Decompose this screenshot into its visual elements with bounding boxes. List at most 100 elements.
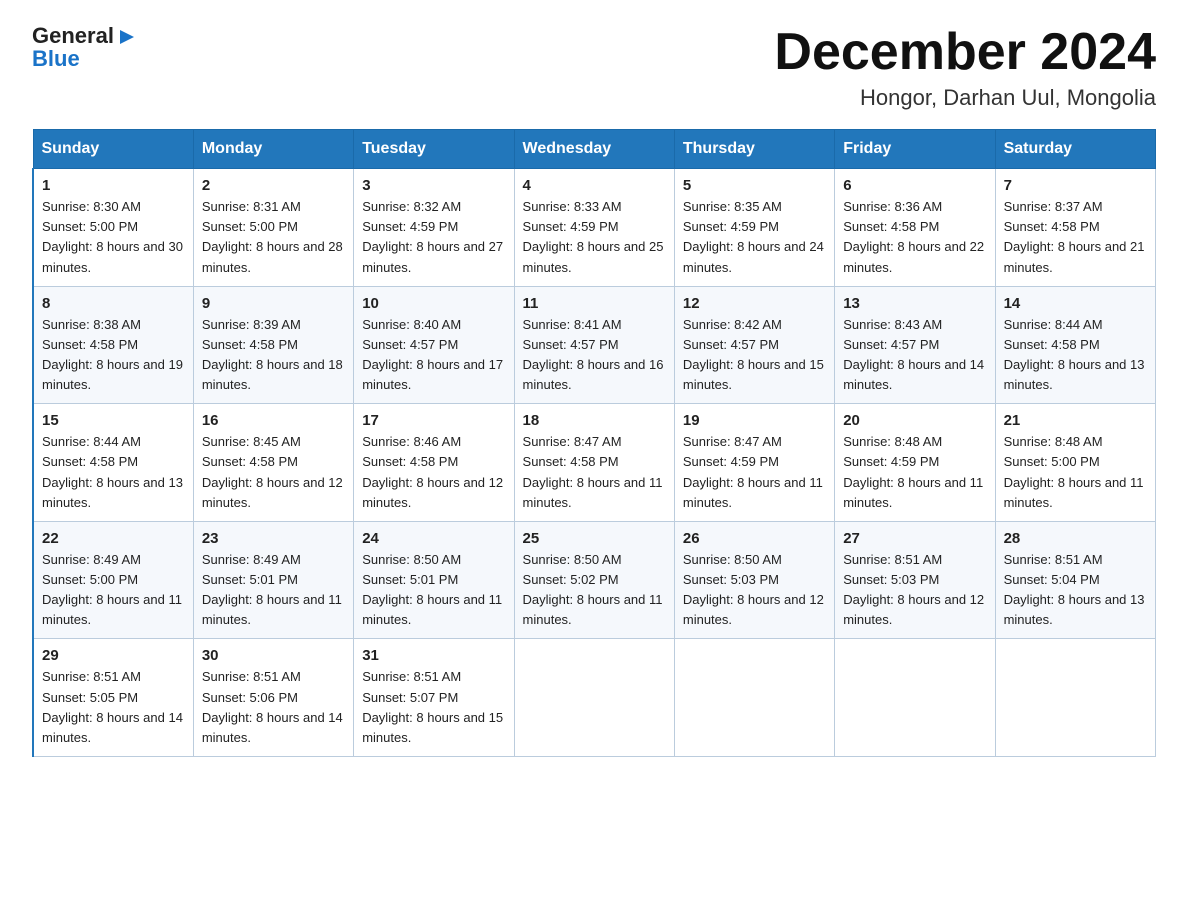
day-number: 24 [362,530,505,547]
calendar-day-cell: 11 Sunrise: 8:41 AMSunset: 4:57 PMDayligh… [514,286,674,404]
day-number: 21 [1004,412,1147,429]
day-number: 18 [523,412,666,429]
day-info: Sunrise: 8:47 AMSunset: 4:58 PMDaylight:… [523,434,663,509]
calendar-day-cell: 17 Sunrise: 8:46 AMSunset: 4:58 PMDayligh… [354,404,514,522]
calendar-day-cell: 23 Sunrise: 8:49 AMSunset: 5:01 PMDayligh… [193,521,353,639]
day-info: Sunrise: 8:36 AMSunset: 4:58 PMDaylight:… [843,199,984,274]
calendar-day-cell: 13 Sunrise: 8:43 AMSunset: 4:57 PMDayligh… [835,286,995,404]
location-title: Hongor, Darhan Uul, Mongolia [774,85,1156,111]
day-number: 23 [202,530,345,547]
day-info: Sunrise: 8:40 AMSunset: 4:57 PMDaylight:… [362,317,503,392]
month-title: December 2024 [774,24,1156,81]
calendar-day-cell: 30Sunrise: 8:51 AMSunset: 5:06 PMDayligh… [193,639,353,757]
calendar-day-cell [835,639,995,757]
day-info: Sunrise: 8:37 AMSunset: 4:58 PMDaylight:… [1004,199,1145,274]
day-number: 16 [202,412,345,429]
calendar-day-cell: 10 Sunrise: 8:40 AMSunset: 4:57 PMDayligh… [354,286,514,404]
weekday-header-row: SundayMondayTuesdayWednesdayThursdayFrid… [33,130,1156,169]
calendar-day-cell: 20Sunrise: 8:48 AMSunset: 4:59 PMDayligh… [835,404,995,522]
day-number: 22 [42,530,185,547]
calendar-day-cell: 18 Sunrise: 8:47 AMSunset: 4:58 PMDayligh… [514,404,674,522]
calendar-day-cell: 28 Sunrise: 8:51 AMSunset: 5:04 PMDayligh… [995,521,1155,639]
day-number: 10 [362,295,505,312]
weekday-header-sunday: Sunday [33,130,193,169]
calendar-day-cell: 2 Sunrise: 8:31 AMSunset: 5:00 PMDaylight… [193,169,353,287]
day-number: 27 [843,530,986,547]
calendar-week-row: 8Sunrise: 8:38 AMSunset: 4:58 PMDaylight… [33,286,1156,404]
calendar-week-row: 22 Sunrise: 8:49 AMSunset: 5:00 PMDayligh… [33,521,1156,639]
calendar-day-cell [995,639,1155,757]
logo-triangle-icon [116,26,138,48]
day-info: Sunrise: 8:49 AMSunset: 5:01 PMDaylight:… [202,552,342,627]
calendar-day-cell: 5 Sunrise: 8:35 AMSunset: 4:59 PMDaylight… [674,169,834,287]
day-info: Sunrise: 8:51 AMSunset: 5:06 PMDaylight:… [202,669,343,744]
day-info: Sunrise: 8:50 AMSunset: 5:02 PMDaylight:… [523,552,663,627]
calendar-day-cell: 31 Sunrise: 8:51 AMSunset: 5:07 PMDayligh… [354,639,514,757]
calendar-table: SundayMondayTuesdayWednesdayThursdayFrid… [32,129,1156,757]
day-number: 7 [1004,177,1147,194]
day-info: Sunrise: 8:48 AMSunset: 5:00 PMDaylight:… [1004,434,1144,509]
day-number: 15 [42,412,185,429]
day-info: Sunrise: 8:46 AMSunset: 4:58 PMDaylight:… [362,434,503,509]
day-number: 26 [683,530,826,547]
day-info: Sunrise: 8:35 AMSunset: 4:59 PMDaylight:… [683,199,824,274]
day-number: 4 [523,177,666,194]
day-info: Sunrise: 8:31 AMSunset: 5:00 PMDaylight:… [202,199,343,274]
calendar-day-cell: 4 Sunrise: 8:33 AMSunset: 4:59 PMDaylight… [514,169,674,287]
calendar-week-row: 1 Sunrise: 8:30 AMSunset: 5:00 PMDaylight… [33,169,1156,287]
day-info: Sunrise: 8:42 AMSunset: 4:57 PMDaylight:… [683,317,824,392]
day-number: 29 [42,647,185,664]
logo: General Blue [32,24,138,72]
calendar-week-row: 15 Sunrise: 8:44 AMSunset: 4:58 PMDayligh… [33,404,1156,522]
calendar-day-cell: 15 Sunrise: 8:44 AMSunset: 4:58 PMDayligh… [33,404,193,522]
day-number: 19 [683,412,826,429]
weekday-header-wednesday: Wednesday [514,130,674,169]
day-info: Sunrise: 8:48 AMSunset: 4:59 PMDaylight:… [843,434,983,509]
day-number: 13 [843,295,986,312]
calendar-day-cell: 26 Sunrise: 8:50 AMSunset: 5:03 PMDayligh… [674,521,834,639]
day-number: 2 [202,177,345,194]
day-info: Sunrise: 8:44 AMSunset: 4:58 PMDaylight:… [1004,317,1145,392]
day-number: 25 [523,530,666,547]
weekday-header-saturday: Saturday [995,130,1155,169]
calendar-day-cell: 6 Sunrise: 8:36 AMSunset: 4:58 PMDaylight… [835,169,995,287]
logo-text-general: General [32,24,114,48]
calendar-day-cell: 9Sunrise: 8:39 AMSunset: 4:58 PMDaylight… [193,286,353,404]
calendar-day-cell: 7 Sunrise: 8:37 AMSunset: 4:58 PMDaylight… [995,169,1155,287]
title-block: December 2024 Hongor, Darhan Uul, Mongol… [774,24,1156,111]
calendar-day-cell: 1 Sunrise: 8:30 AMSunset: 5:00 PMDaylight… [33,169,193,287]
weekday-header-friday: Friday [835,130,995,169]
day-number: 5 [683,177,826,194]
day-number: 6 [843,177,986,194]
day-info: Sunrise: 8:33 AMSunset: 4:59 PMDaylight:… [523,199,664,274]
day-info: Sunrise: 8:50 AMSunset: 5:01 PMDaylight:… [362,552,502,627]
day-info: Sunrise: 8:50 AMSunset: 5:03 PMDaylight:… [683,552,824,627]
day-number: 8 [42,295,185,312]
day-info: Sunrise: 8:51 AMSunset: 5:07 PMDaylight:… [362,669,503,744]
calendar-day-cell: 27 Sunrise: 8:51 AMSunset: 5:03 PMDayligh… [835,521,995,639]
day-info: Sunrise: 8:30 AMSunset: 5:00 PMDaylight:… [42,199,183,274]
logo-text-blue: Blue [32,46,80,72]
day-info: Sunrise: 8:51 AMSunset: 5:04 PMDaylight:… [1004,552,1145,627]
day-number: 11 [523,295,666,312]
day-number: 28 [1004,530,1147,547]
day-number: 1 [42,177,185,194]
calendar-day-cell: 24 Sunrise: 8:50 AMSunset: 5:01 PMDayligh… [354,521,514,639]
page-header: General Blue December 2024 Hongor, Darha… [32,24,1156,111]
day-info: Sunrise: 8:44 AMSunset: 4:58 PMDaylight:… [42,434,183,509]
calendar-day-cell [514,639,674,757]
day-info: Sunrise: 8:41 AMSunset: 4:57 PMDaylight:… [523,317,664,392]
weekday-header-thursday: Thursday [674,130,834,169]
day-number: 14 [1004,295,1147,312]
day-info: Sunrise: 8:43 AMSunset: 4:57 PMDaylight:… [843,317,984,392]
day-info: Sunrise: 8:32 AMSunset: 4:59 PMDaylight:… [362,199,503,274]
calendar-day-cell: 16Sunrise: 8:45 AMSunset: 4:58 PMDayligh… [193,404,353,522]
weekday-header-monday: Monday [193,130,353,169]
day-number: 31 [362,647,505,664]
day-number: 17 [362,412,505,429]
calendar-day-cell: 22 Sunrise: 8:49 AMSunset: 5:00 PMDayligh… [33,521,193,639]
day-number: 12 [683,295,826,312]
day-info: Sunrise: 8:49 AMSunset: 5:00 PMDaylight:… [42,552,182,627]
calendar-day-cell: 8Sunrise: 8:38 AMSunset: 4:58 PMDaylight… [33,286,193,404]
day-info: Sunrise: 8:51 AMSunset: 5:03 PMDaylight:… [843,552,984,627]
